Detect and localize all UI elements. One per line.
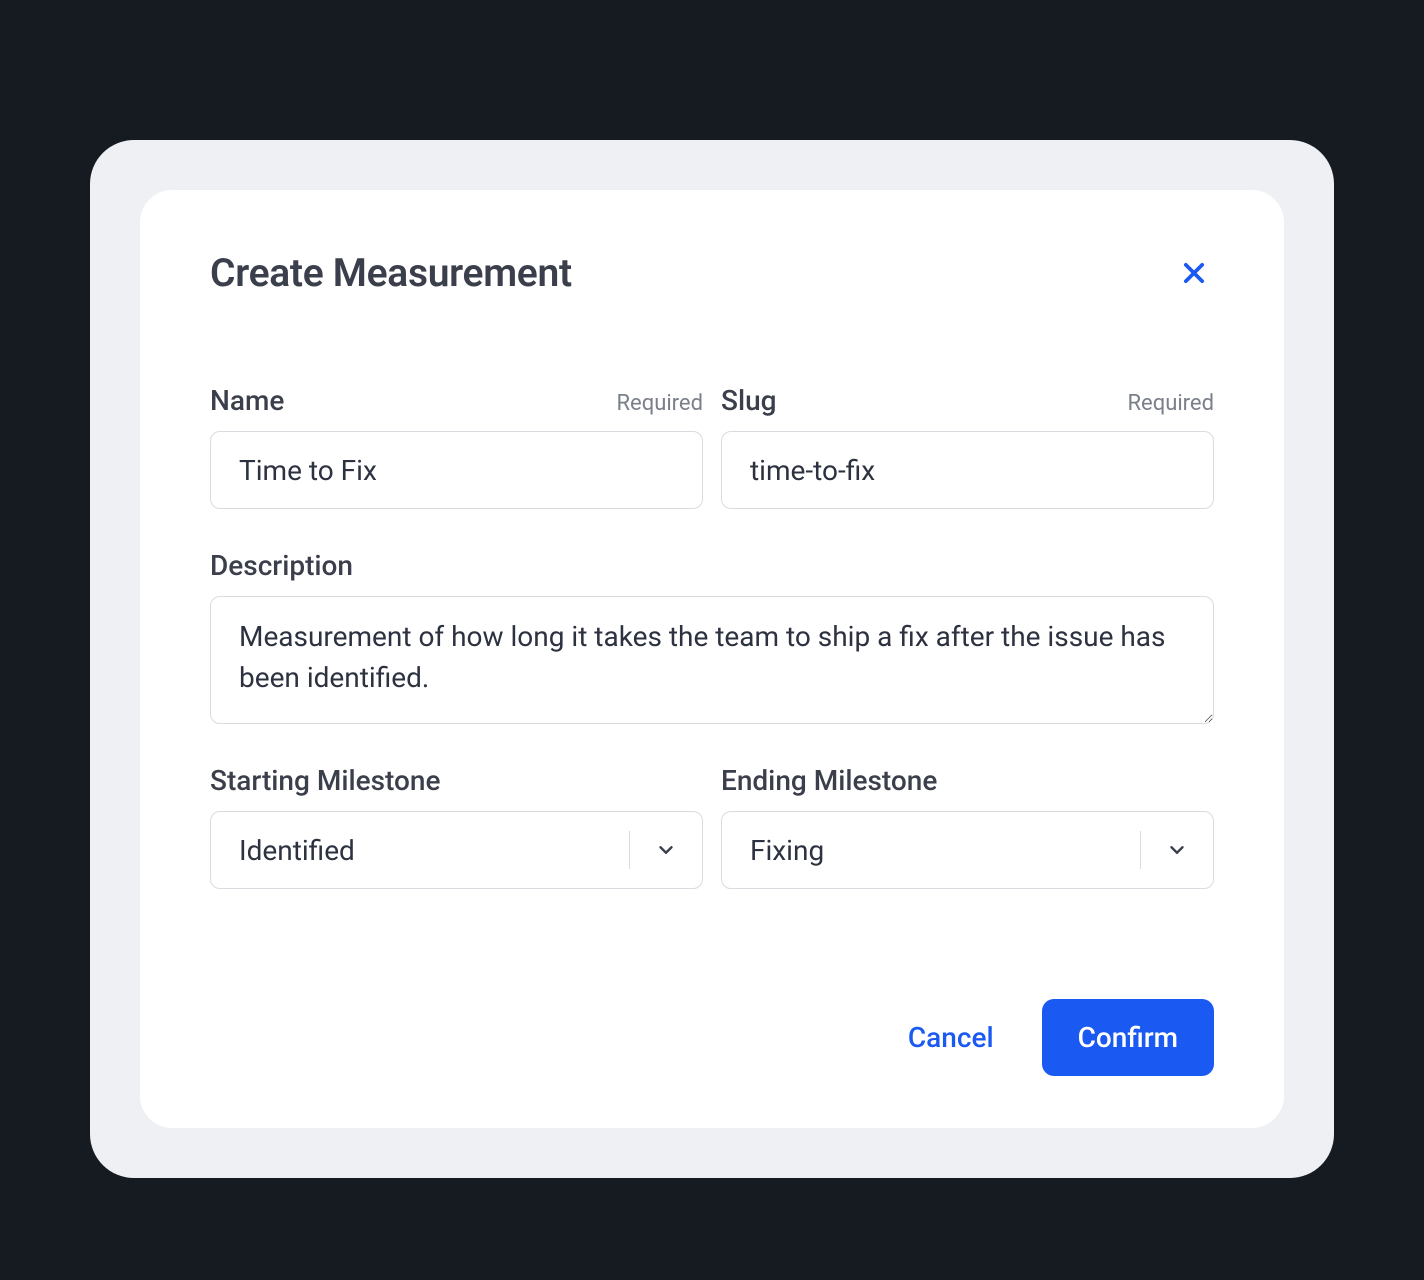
form-grid: Name Required Slug Required Description [210,384,1214,889]
slug-required-indicator: Required [1127,391,1214,416]
confirm-button[interactable]: Confirm [1042,999,1214,1076]
modal-title: Create Measurement [210,250,572,296]
starting-milestone-value: Identified [211,834,629,867]
description-field: Description [210,549,1214,724]
starting-milestone-label-row: Starting Milestone [210,764,703,797]
slug-label-row: Slug Required [721,384,1214,417]
ending-milestone-label: Ending Milestone [721,764,937,797]
ending-milestone-select[interactable]: Fixing [721,811,1214,889]
name-label: Name [210,384,284,417]
chevron-down-icon [630,839,702,861]
modal-backdrop: Create Measurement Name Required Slug [90,140,1334,1178]
ending-milestone-label-row: Ending Milestone [721,764,1214,797]
modal-header: Create Measurement [210,250,1214,296]
starting-milestone-select[interactable]: Identified [210,811,703,889]
modal-footer: Cancel Confirm [210,999,1214,1076]
ending-milestone-value: Fixing [722,834,1140,867]
slug-label: Slug [721,384,777,417]
starting-milestone-field: Starting Milestone Identified [210,764,703,889]
create-measurement-modal: Create Measurement Name Required Slug [140,190,1284,1128]
name-label-row: Name Required [210,384,703,417]
slug-field: Slug Required [721,384,1214,509]
close-icon [1180,259,1208,287]
name-input[interactable] [210,431,703,509]
close-button[interactable] [1174,253,1214,293]
description-label: Description [210,549,353,582]
name-field: Name Required [210,384,703,509]
chevron-down-icon [1141,839,1213,861]
cancel-button[interactable]: Cancel [900,1011,1002,1064]
ending-milestone-field: Ending Milestone Fixing [721,764,1214,889]
description-label-row: Description [210,549,1214,582]
name-required-indicator: Required [616,391,703,416]
slug-input[interactable] [721,431,1214,509]
description-input[interactable] [210,596,1214,724]
starting-milestone-label: Starting Milestone [210,764,440,797]
